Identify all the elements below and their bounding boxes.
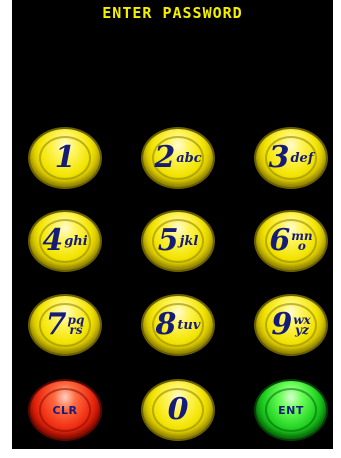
key-0-button[interactable]: 0 (143, 381, 213, 439)
clear-label: CLR (52, 403, 78, 417)
key-digit: 1 (54, 140, 76, 175)
key-5-button[interactable]: 5 jkl (143, 212, 213, 270)
key-7-button[interactable]: 7 pq rs (30, 296, 100, 354)
key-digit: 3 (268, 140, 290, 175)
key-letters: abc (176, 150, 202, 166)
key-letters-bottom: o (297, 239, 306, 253)
key-4-button[interactable]: 4 ghi (30, 212, 100, 270)
key-digit: 8 (155, 307, 177, 342)
key-digit: 6 (269, 223, 291, 258)
key-digit: 4 (42, 223, 64, 258)
keypad-screen: ENTER PASSWORD 1 2 abc 3 def 4 ghi 5 jkl 6 mn… (12, 0, 333, 449)
key-letters-bottom: yz (295, 323, 309, 337)
key-letters: mn o (291, 230, 312, 253)
key-letters: ghi (64, 233, 88, 249)
key-letters: wx yz (293, 314, 310, 337)
password-prompt: ENTER PASSWORD (102, 4, 243, 22)
enter-button[interactable]: ENT (256, 381, 326, 439)
key-digit: 9 (271, 307, 293, 342)
key-6-button[interactable]: 6 mn o (256, 212, 326, 270)
key-letters: tuv (177, 317, 201, 333)
enter-label: ENT (278, 403, 304, 417)
key-8-button[interactable]: 8 tuv (143, 296, 213, 354)
key-1-button[interactable]: 1 (30, 129, 100, 187)
key-3-button[interactable]: 3 def (256, 129, 326, 187)
key-letters-bottom: rs (69, 323, 83, 337)
key-letters: jkl (179, 233, 199, 249)
key-letters: pq rs (68, 314, 85, 337)
key-9-button[interactable]: 9 wx yz (256, 296, 326, 354)
key-digit: 2 (154, 140, 176, 175)
key-digit: 0 (167, 392, 189, 427)
clear-button[interactable]: CLR (30, 381, 100, 439)
key-digit: 7 (45, 307, 67, 342)
key-digit: 5 (157, 223, 179, 258)
key-2-button[interactable]: 2 abc (143, 129, 213, 187)
key-letters: def (290, 150, 314, 166)
